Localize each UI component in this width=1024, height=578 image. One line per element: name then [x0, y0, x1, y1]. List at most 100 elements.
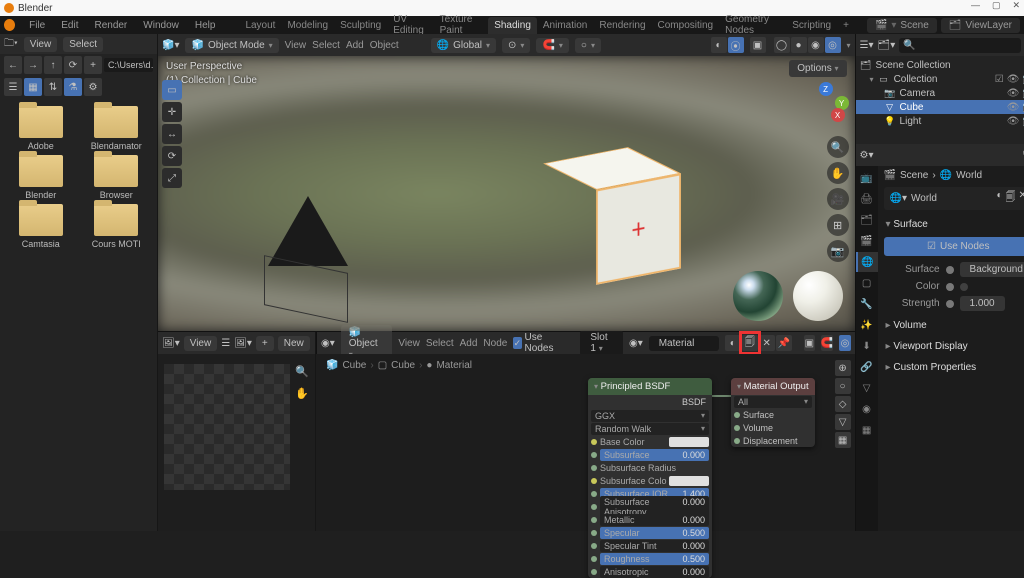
- window-close-button[interactable]: ✕: [1012, 0, 1020, 11]
- overlay-toggle-icon[interactable]: ⦿: [728, 37, 744, 53]
- ne-overlay-icon[interactable]: ▣: [804, 335, 815, 351]
- editor-type-icon[interactable]: 🗀▾: [4, 36, 18, 53]
- folder-item[interactable]: Adobe: [4, 106, 78, 151]
- ne-menu-node[interactable]: Node: [483, 338, 507, 349]
- ne-sidebar-tab1-icon[interactable]: ⊕: [835, 360, 851, 376]
- menu-edit[interactable]: Edit: [59, 20, 80, 31]
- zoom-icon[interactable]: 🔍: [293, 362, 311, 380]
- socket-surface-in[interactable]: Surface: [743, 410, 774, 420]
- scene-object-triangle[interactable]: [268, 196, 348, 266]
- navigation-gizmo[interactable]: Z Y X: [803, 82, 849, 128]
- ne-menu-add[interactable]: Add: [460, 338, 478, 349]
- scene-selector[interactable]: 🎬 ▾ Scene: [867, 18, 937, 33]
- editor-type-icon[interactable]: ⚙▾: [860, 150, 874, 161]
- socket-dot-icon[interactable]: [946, 266, 954, 274]
- world-unlink-icon[interactable]: ✕: [1019, 190, 1024, 207]
- material-slot-dropdown[interactable]: Slot 1 ▾: [580, 330, 623, 356]
- pivot-dropdown[interactable]: ⊙▾: [502, 38, 530, 53]
- ne-menu-view[interactable]: View: [398, 338, 420, 349]
- outliner-mode-icon[interactable]: 🗂▾: [878, 40, 896, 51]
- menu-file[interactable]: File: [27, 20, 47, 31]
- material-unlink-icon[interactable]: ✕: [759, 335, 775, 351]
- camera-view-icon[interactable]: 📷: [827, 240, 849, 262]
- ne-sidebar-tab5-icon[interactable]: ▦: [835, 432, 851, 448]
- axis-z-icon[interactable]: Z: [819, 82, 833, 96]
- shading-solid-icon[interactable]: ●: [791, 37, 807, 53]
- panel-viewport-display-header[interactable]: Viewport Display: [884, 338, 1024, 355]
- world-new-icon[interactable]: ◐: [996, 190, 1002, 207]
- tool-select-icon[interactable]: ▭: [162, 80, 182, 100]
- ptab-texture-icon[interactable]: ▦: [856, 420, 878, 440]
- gizmo-toggle-icon[interactable]: ◐: [711, 37, 727, 53]
- path-input[interactable]: C:\Users\d…: [104, 58, 153, 72]
- viewlayer-selector[interactable]: 🗂 ViewLayer: [941, 18, 1020, 33]
- sort-icon[interactable]: ⇅: [44, 78, 62, 96]
- world-datablock-dropdown[interactable]: 🌐▾World ◐ 🗐 ✕: [884, 187, 1024, 210]
- eye-icon[interactable]: 👁: [1007, 74, 1020, 85]
- scene-object-cube[interactable]: [562, 166, 662, 266]
- axis-x-icon[interactable]: X: [831, 108, 845, 122]
- socket-dot-icon[interactable]: [946, 283, 954, 291]
- prop-edit-dropdown[interactable]: ○▾: [575, 38, 601, 53]
- pv-menu-view[interactable]: View: [184, 336, 218, 351]
- tab-add[interactable]: +: [837, 17, 855, 34]
- outliner-row[interactable]: ▾▭Collection☑👁📷: [856, 72, 1024, 86]
- image-preview-viewport[interactable]: 🔍 ✋: [158, 354, 315, 531]
- outliner-row[interactable]: 🗂Scene Collection: [856, 58, 1024, 72]
- vp-menu-view[interactable]: View: [285, 40, 307, 51]
- nav-newfolder-icon[interactable]: +: [84, 56, 102, 74]
- filter-icon[interactable]: ⚗: [64, 78, 82, 96]
- orientation-dropdown[interactable]: 🌐Global▾: [431, 38, 496, 53]
- ne-sidebar-tab4-icon[interactable]: ▽: [835, 414, 851, 430]
- tool-cursor-icon[interactable]: ✛: [162, 102, 182, 122]
- socket-volume-in[interactable]: Volume: [743, 423, 773, 433]
- ne-snap-icon[interactable]: 🧲: [821, 335, 833, 351]
- folder-item[interactable]: Browser: [80, 155, 154, 200]
- ptab-scene-icon[interactable]: 🎬: [856, 231, 878, 251]
- move-icon[interactable]: ✋: [827, 162, 849, 184]
- ptab-viewlayer-icon[interactable]: 🗂: [856, 210, 878, 230]
- node-principled-bsdf[interactable]: ▾ Principled BSDF BSDF GGX▾ Random Walk▾…: [588, 378, 712, 578]
- shading-wire-icon[interactable]: ◯: [774, 37, 790, 53]
- material-new-icon[interactable]: ◐: [725, 335, 741, 351]
- camera-icon[interactable]: 🎥: [827, 188, 849, 210]
- viewport-options-dropdown[interactable]: Options ▾: [789, 60, 846, 77]
- settings-gear-icon[interactable]: ⚙: [84, 78, 102, 96]
- ne-backdrop-icon[interactable]: ◎: [839, 335, 850, 351]
- ptab-data-icon[interactable]: ▽: [856, 378, 878, 398]
- mode-dropdown[interactable]: 🧊Object Mode▾: [185, 38, 278, 53]
- ptab-render-icon[interactable]: 📺: [856, 168, 878, 188]
- panel-surface-header[interactable]: Surface: [884, 216, 1024, 233]
- socket-bsdf-out[interactable]: BSDF: [588, 395, 712, 409]
- nav-forward-icon[interactable]: →: [24, 56, 42, 74]
- tab-rendering[interactable]: Rendering: [593, 17, 651, 34]
- tab-animation[interactable]: Animation: [537, 17, 593, 34]
- use-nodes-button[interactable]: ☑Use Nodes: [884, 237, 1024, 256]
- shading-options-dropdown[interactable]: ▾: [847, 41, 851, 50]
- tab-modeling[interactable]: Modeling: [281, 17, 334, 34]
- material-browse-icon[interactable]: ◉▾: [629, 338, 643, 349]
- nav-up-icon[interactable]: ↑: [44, 56, 62, 74]
- ptab-world-icon[interactable]: 🌐: [856, 252, 878, 272]
- tool-move-icon[interactable]: ↔: [162, 124, 182, 144]
- vp-menu-object[interactable]: Object: [370, 40, 399, 51]
- editor-type-icon[interactable]: ◉▾: [321, 338, 335, 349]
- ptab-material-icon[interactable]: ◉: [856, 399, 878, 419]
- nav-back-icon[interactable]: ←: [4, 56, 22, 74]
- tab-layout[interactable]: Layout: [239, 17, 281, 34]
- window-minimize-button[interactable]: —: [971, 0, 980, 11]
- panel-custom-props-header[interactable]: Custom Properties: [884, 359, 1024, 376]
- world-dup-icon[interactable]: 🗐: [1006, 190, 1016, 207]
- outliner-row-active[interactable]: ▽Cube👁📷: [856, 100, 1024, 114]
- strength-input[interactable]: 1.000: [960, 296, 1005, 311]
- material-pin-icon[interactable]: 📌: [776, 335, 792, 351]
- hdri-preview-sphere-diffuse[interactable]: [793, 271, 843, 321]
- pv-new-btn[interactable]: New: [278, 336, 310, 351]
- menu-render[interactable]: Render: [92, 20, 129, 31]
- panel-volume-header[interactable]: Volume: [884, 317, 1024, 334]
- pv-add-btn[interactable]: +: [256, 336, 274, 351]
- tool-rotate-icon[interactable]: ⟳: [162, 146, 182, 166]
- surface-shader-dropdown[interactable]: Background: [960, 262, 1024, 277]
- outliner-search-input[interactable]: 🔍: [899, 38, 1021, 53]
- xray-icon[interactable]: ▣: [750, 37, 766, 53]
